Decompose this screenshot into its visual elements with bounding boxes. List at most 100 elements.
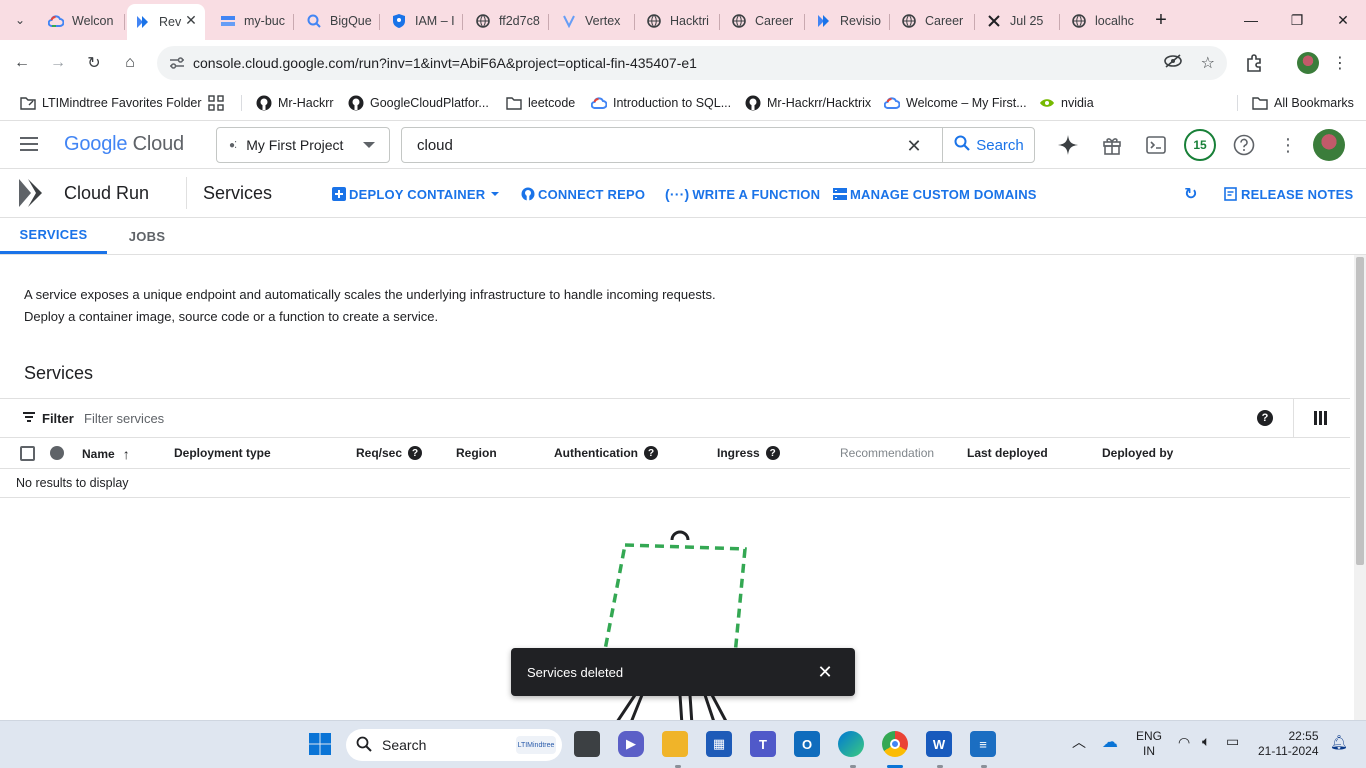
help-icon[interactable]: ?: [1257, 410, 1273, 426]
browser-menu-icon[interactable]: ⋮: [1326, 49, 1354, 77]
bookmark-item[interactable]: leetcode: [506, 92, 575, 114]
browser-tab[interactable]: BigQue: [298, 6, 380, 36]
volume-icon[interactable]: 🔈︎: [1202, 734, 1210, 749]
browser-tab[interactable]: ff2d7c8: [467, 6, 549, 36]
search-input[interactable]: [417, 136, 897, 154]
bookmark-apps[interactable]: [208, 92, 230, 114]
browser-tab[interactable]: localhc: [1063, 6, 1145, 36]
filter-input[interactable]: Filter services: [84, 411, 164, 426]
notification-bell-icon[interactable]: 🔔︎: [1330, 735, 1348, 750]
content-scrollbar[interactable]: [1354, 255, 1366, 720]
edge-icon[interactable]: [838, 731, 864, 757]
help-icon[interactable]: ?: [408, 446, 423, 460]
outlook-icon[interactable]: O: [794, 731, 820, 757]
tray-overflow-chevron-icon[interactable]: ︿: [1072, 735, 1086, 750]
language-indicator[interactable]: ENG IN: [1136, 729, 1162, 759]
hamburger-menu-icon[interactable]: [20, 133, 48, 157]
meet-camera-icon[interactable]: ▶: [618, 731, 644, 757]
select-all-checkbox[interactable]: [20, 446, 35, 461]
all-bookmarks[interactable]: All Bookmarks: [1252, 92, 1354, 114]
column-display-icon[interactable]: [1314, 411, 1328, 425]
connect-repo-button[interactable]: CONNECT REPO: [521, 185, 645, 203]
column-last-deployed[interactable]: Last deployed: [967, 446, 1048, 460]
user-avatar[interactable]: [1313, 129, 1345, 161]
browser-tab[interactable]: Jul 25: [978, 6, 1060, 36]
filter-button[interactable]: Filter: [22, 411, 74, 426]
close-tab-icon[interactable]: ✕: [183, 12, 199, 28]
address-bar[interactable]: console.cloud.google.com/run?inv=1&invt=…: [157, 46, 1227, 80]
more-options-icon[interactable]: ⋮: [1276, 133, 1300, 157]
browser-tab[interactable]: Welcon: [40, 6, 125, 36]
column-ingress[interactable]: Ingress ?: [717, 446, 780, 460]
back-arrow-icon[interactable]: ←: [8, 49, 36, 77]
clock[interactable]: 22:55 21-11-2024: [1258, 729, 1319, 759]
bookmark-item[interactable]: GoogleCloudPlatfor...: [348, 92, 489, 114]
write-function-button[interactable]: (···) WRITE A FUNCTION: [665, 185, 820, 203]
browser-tab[interactable]: Revisio: [808, 6, 890, 36]
windows-start-icon[interactable]: [307, 731, 333, 757]
browser-tab[interactable]: my-buc: [212, 6, 294, 36]
teams-icon[interactable]: T: [750, 731, 776, 757]
release-notes-button[interactable]: RELEASE NOTES: [1224, 185, 1353, 203]
refresh-icon[interactable]: ↻: [1184, 185, 1198, 203]
eye-off-icon[interactable]: [1163, 53, 1183, 74]
notifications-badge[interactable]: 15: [1184, 129, 1216, 161]
help-icon[interactable]: ?: [765, 446, 780, 460]
browser-tab-active[interactable]: Rev ✕: [127, 4, 205, 40]
google-cloud-logo[interactable]: Google Cloud: [64, 133, 184, 156]
bookmark-item[interactable]: Mr-Hackrr/Hacktrix: [745, 92, 871, 114]
onedrive-cloud-icon[interactable]: ☁: [1102, 735, 1118, 751]
extensions-puzzle-icon[interactable]: [1240, 49, 1268, 77]
tab-search-chevron-icon[interactable]: ⌄: [8, 8, 32, 32]
minimize-icon[interactable]: —: [1228, 0, 1274, 40]
deploy-container-button[interactable]: DEPLOY CONTAINER: [332, 185, 500, 203]
browser-tab[interactable]: Hacktri: [638, 6, 720, 36]
bookmark-star-icon[interactable]: ☆: [1201, 53, 1215, 74]
column-req-sec[interactable]: Req/sec ?: [356, 446, 423, 460]
profile-avatar[interactable]: [1294, 49, 1322, 77]
browser-tab[interactable]: IAM – I: [383, 6, 463, 36]
close-window-icon[interactable]: ✕: [1320, 0, 1366, 40]
browser-tab[interactable]: Vertex: [553, 6, 635, 36]
store-icon[interactable]: ▦: [706, 731, 732, 757]
bookmark-item[interactable]: Mr-Hackrr: [256, 92, 334, 114]
bookmark-item[interactable]: LTIMindtree Favorites Folder: [20, 92, 202, 114]
column-region[interactable]: Region: [456, 446, 497, 460]
scrollbar-thumb[interactable]: [1356, 257, 1364, 565]
close-snackbar-icon[interactable]: ✕: [815, 662, 835, 682]
tab-jobs[interactable]: JOBS: [107, 218, 187, 254]
chrome-icon[interactable]: [882, 731, 908, 757]
help-icon[interactable]: ?: [644, 446, 658, 460]
project-selector[interactable]: ●⁚ My First Project: [216, 127, 390, 163]
bookmark-item[interactable]: nvidia: [1039, 92, 1094, 114]
browser-tab[interactable]: Career: [893, 6, 975, 36]
clear-search-icon[interactable]: ✕: [904, 136, 924, 156]
home-icon[interactable]: ⌂: [116, 49, 144, 77]
gift-icon[interactable]: [1100, 133, 1124, 157]
battery-icon[interactable]: ▭: [1226, 734, 1239, 749]
browser-tab[interactable]: Career: [723, 6, 805, 36]
taskbar-search[interactable]: Search LTIMindtree: [346, 729, 562, 761]
gemini-sparkle-icon[interactable]: [1056, 133, 1080, 157]
reload-icon[interactable]: ↻: [80, 49, 108, 77]
column-name[interactable]: Name ↑: [82, 446, 130, 462]
column-deployment-type[interactable]: Deployment type: [174, 446, 271, 460]
bookmark-item[interactable]: Welcome – My First...: [884, 92, 1027, 114]
notepad-icon[interactable]: ≡: [970, 731, 996, 757]
word-icon[interactable]: W: [926, 731, 952, 757]
help-icon[interactable]: [1232, 133, 1256, 157]
forward-arrow-icon[interactable]: →: [44, 49, 72, 77]
tab-services[interactable]: SERVICES: [0, 218, 107, 254]
wifi-icon[interactable]: ◠: [1178, 735, 1190, 750]
column-deployed-by[interactable]: Deployed by: [1102, 446, 1173, 460]
restore-icon[interactable]: ❐: [1274, 0, 1320, 40]
site-info-icon[interactable]: [161, 56, 193, 70]
file-explorer-icon[interactable]: [662, 731, 688, 757]
manage-domains-button[interactable]: MANAGE CUSTOM DOMAINS: [833, 185, 1037, 203]
search-button[interactable]: Search: [942, 128, 1035, 162]
cloud-shell-icon[interactable]: [1144, 133, 1168, 157]
task-view-icon[interactable]: [574, 731, 600, 757]
new-tab-plus-icon[interactable]: +: [1143, 0, 1179, 40]
bookmark-item[interactable]: Introduction to SQL...: [591, 92, 731, 114]
column-authentication[interactable]: Authentication ?: [554, 446, 658, 460]
